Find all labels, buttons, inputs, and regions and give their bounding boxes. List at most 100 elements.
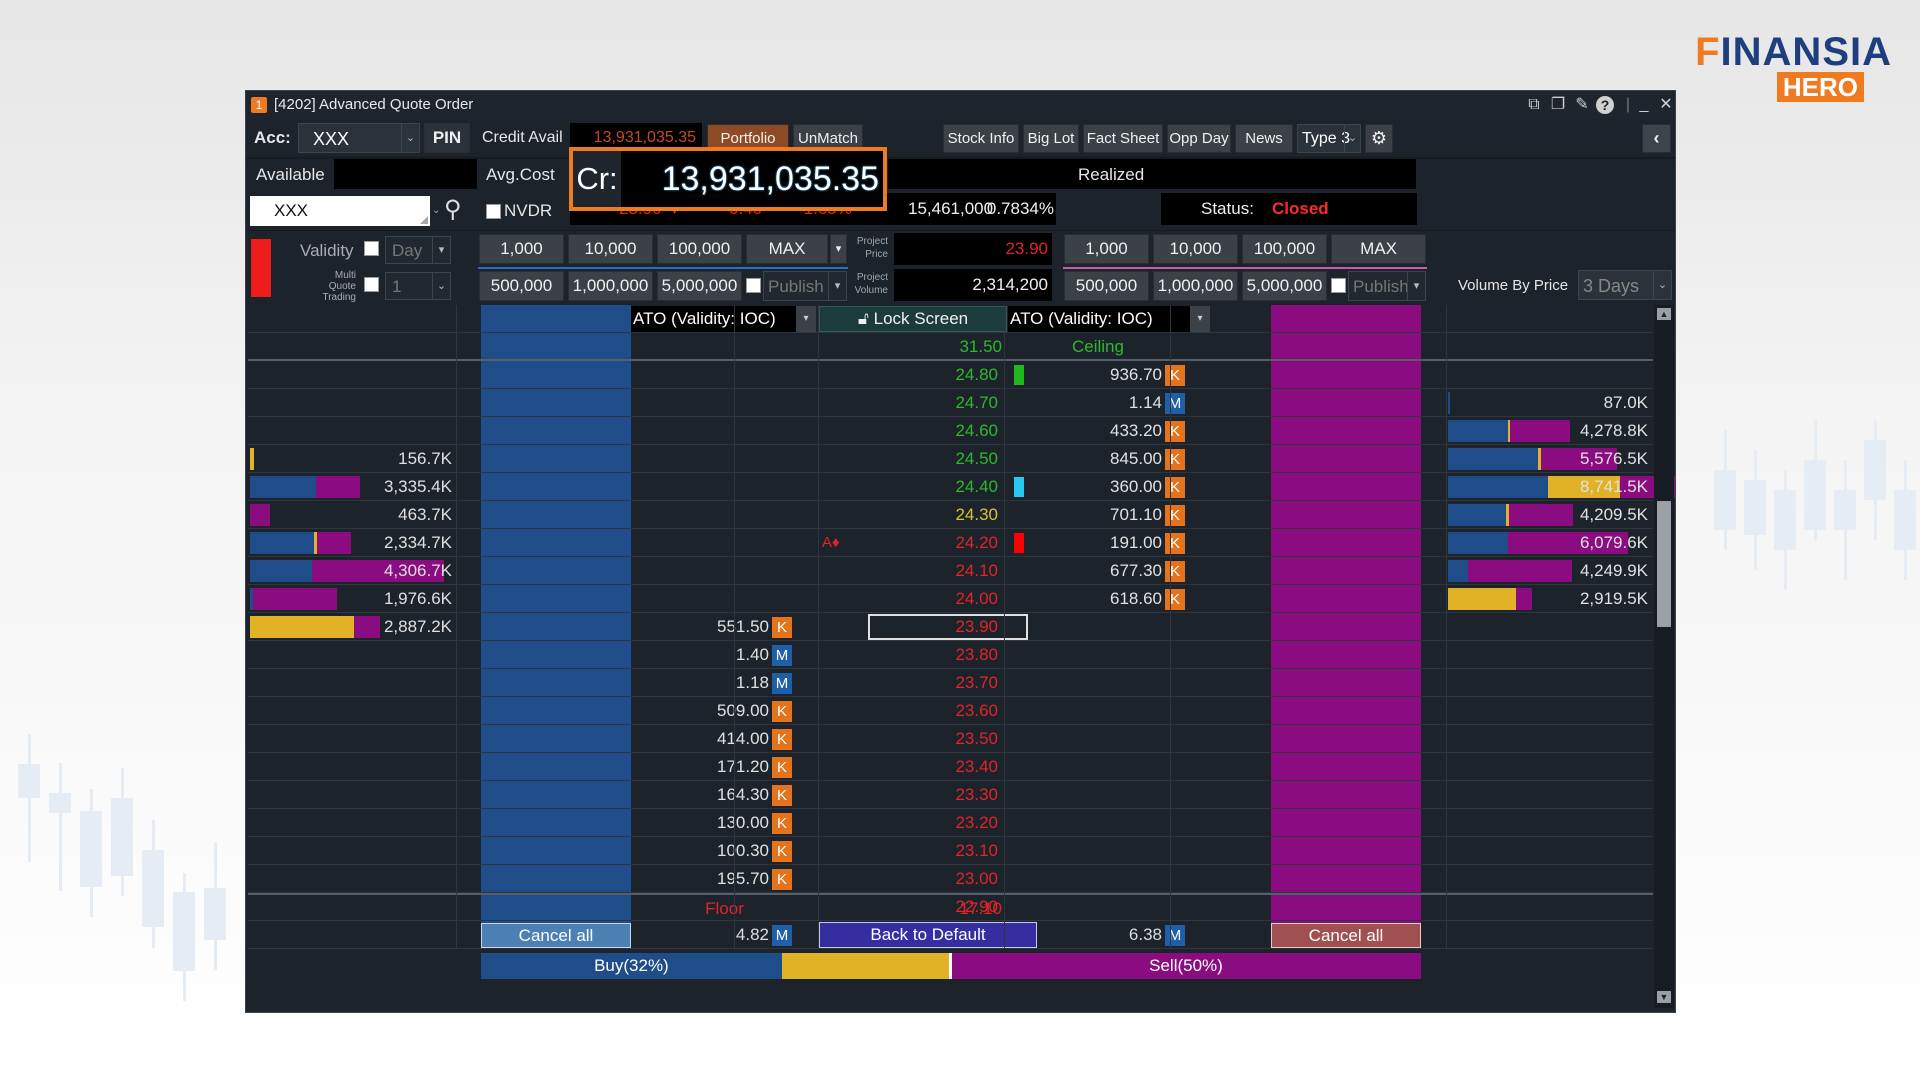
buy-qty-500000[interactable]: 500,000 (479, 271, 564, 301)
sell-qty-1000000[interactable]: 1,000,000 (1153, 271, 1238, 301)
price-level[interactable]: 23.70 (818, 669, 1002, 697)
stock-info-button[interactable]: Stock Info (943, 124, 1019, 153)
symbol-input[interactable]: XXX (250, 196, 430, 226)
validity-checkbox[interactable] (364, 241, 379, 256)
big-lot-button[interactable]: Big Lot (1023, 124, 1079, 153)
restore-icon[interactable]: ❐ (1548, 95, 1568, 115)
ask-volume[interactable]: 360.00 (1038, 473, 1162, 501)
ladder-row[interactable]: 1,976.6K 24.00 618.60 K 2,919.5K (248, 585, 1653, 613)
ladder-row[interactable]: 2,887.2K 551.50 K 23.90 (248, 613, 1653, 641)
account-select[interactable]: XXX ⌄ (298, 123, 420, 153)
ask-volume[interactable]: 845.00 (1038, 445, 1162, 473)
buy-qty-100000[interactable]: 100,000 (657, 234, 742, 264)
price-level[interactable]: 24.40 (818, 473, 1002, 501)
bid-volume[interactable]: 551.50 (631, 613, 769, 641)
sell-qty-max[interactable]: MAX (1331, 234, 1426, 264)
bid-volume[interactable]: 100.30 (631, 837, 769, 865)
ladder-row[interactable]: 171.20 K 23.40 (248, 753, 1653, 781)
ask-volume[interactable]: 677.30 (1038, 557, 1162, 585)
volume-by-price-select[interactable]: 3 Days ⌄ (1578, 270, 1672, 300)
ladder-row[interactable]: 414.00 K 23.50 (248, 725, 1653, 753)
price-level[interactable]: 23.60 (818, 697, 1002, 725)
price-level[interactable]: 24.80 (818, 361, 1002, 389)
fact-sheet-button[interactable]: Fact Sheet (1083, 124, 1163, 153)
multi-quote-checkbox[interactable] (364, 277, 379, 292)
buy-cancel-all-button[interactable]: Cancel all (481, 923, 631, 948)
popout-icon[interactable]: ⧉ (1524, 95, 1544, 115)
buy-publish-select[interactable]: Publish ▾ (763, 271, 847, 301)
price-level[interactable]: 23.40 (818, 753, 1002, 781)
scroll-up-icon[interactable]: ▲ (1657, 308, 1671, 320)
sell-qty-10000[interactable]: 10,000 (1153, 234, 1238, 264)
price-level[interactable]: 23.90 (818, 613, 1002, 641)
scroll-thumb[interactable] (1657, 501, 1671, 627)
news-button[interactable]: News (1235, 124, 1293, 153)
price-level[interactable]: 23.10 (818, 837, 1002, 865)
ask-volume[interactable]: 1.14 (1038, 389, 1162, 417)
sell-cancel-all-button[interactable]: Cancel all (1271, 923, 1421, 948)
buy-max-dropdown[interactable]: ▾ (830, 234, 847, 264)
pin-button[interactable]: PIN (424, 123, 470, 153)
ladder-row[interactable]: 1.40 M 23.80 (248, 641, 1653, 669)
bid-volume[interactable]: 195.70 (631, 865, 769, 893)
sell-publish-checkbox[interactable] (1331, 278, 1346, 293)
ladder-scrollbar[interactable]: ▲ ▼ (1654, 305, 1674, 1008)
close-icon[interactable]: ✕ (1656, 95, 1675, 115)
chevron-down-icon[interactable]: ⌄ (432, 196, 442, 226)
ladder-row[interactable]: 100.30 K 23.10 (248, 837, 1653, 865)
ladder-row[interactable]: 3,335.4K 24.40 360.00 K 8,741.5K (248, 473, 1675, 501)
pin-icon[interactable]: ✎ (1572, 95, 1592, 115)
ladder-row[interactable]: 463.7K 24.30 701.10 K 4,209.5K (248, 501, 1653, 529)
ladder-row[interactable]: 24.80 936.70 K (248, 361, 1653, 389)
price-level[interactable]: 23.80 (818, 641, 1002, 669)
sell-qty-500000[interactable]: 500,000 (1064, 271, 1149, 301)
buy-ato-select[interactable]: ATO (Validity: IOC) (631, 306, 796, 332)
sell-qty-100000[interactable]: 100,000 (1242, 234, 1327, 264)
price-level[interactable]: 23.50 (818, 725, 1002, 753)
gear-icon[interactable]: ⚙ (1365, 124, 1393, 153)
price-level[interactable]: 24.70 (818, 389, 1002, 417)
price-level[interactable]: 24.60 (818, 417, 1002, 445)
ladder-row[interactable]: 1.18 M 23.70 (248, 669, 1653, 697)
scroll-down-icon[interactable]: ▼ (1657, 991, 1671, 1003)
bid-volume[interactable]: 1.18 (631, 669, 769, 697)
multi-quote-select[interactable]: 1 ⌄ (385, 272, 451, 300)
ask-volume[interactable]: 936.70 (1038, 361, 1162, 389)
bid-volume[interactable]: 164.30 (631, 781, 769, 809)
help-icon[interactable]: ? (1596, 96, 1614, 114)
price-level[interactable]: 23.20 (818, 809, 1002, 837)
buy-qty-1000[interactable]: 1,000 (479, 234, 564, 264)
chevron-down-icon[interactable]: ▾ (796, 306, 816, 332)
ask-volume[interactable]: 618.60 (1038, 585, 1162, 613)
nvdr-checkbox[interactable] (486, 204, 501, 219)
validity-select[interactable]: Day ▾ (385, 236, 451, 264)
ladder-row[interactable]: 195.70 K 23.00 (248, 865, 1653, 893)
buy-qty-1000000[interactable]: 1,000,000 (568, 271, 653, 301)
price-level[interactable]: 24.30 (818, 501, 1002, 529)
title-bar[interactable]: 1 [4202] Advanced Quote Order ⧉ ❐ ✎ ? | … (246, 91, 1675, 119)
ask-volume[interactable]: 701.10 (1038, 501, 1162, 529)
sell-publish-select[interactable]: Publish ▾ (1348, 271, 1426, 301)
ladder-row[interactable]: 24.70 1.14 M 87.0K (248, 389, 1653, 417)
sell-qty-5000000[interactable]: 5,000,000 (1242, 271, 1327, 301)
price-level[interactable]: 23.30 (818, 781, 1002, 809)
price-level[interactable]: 24.00 (818, 585, 1002, 613)
ladder-row[interactable]: 164.30 K 23.30 (248, 781, 1653, 809)
bid-volume[interactable]: 414.00 (631, 725, 769, 753)
chevron-left-icon[interactable]: ‹ (1642, 124, 1671, 153)
bid-volume[interactable]: 509.00 (631, 697, 769, 725)
sell-qty-1000[interactable]: 1,000 (1064, 234, 1149, 264)
ask-volume[interactable]: 433.20 (1038, 417, 1162, 445)
ladder-row[interactable]: 130.00 K 23.20 (248, 809, 1653, 837)
lock-screen-button[interactable]: 🔓︎ Lock Screen (819, 306, 1007, 332)
ladder-row[interactable]: 2,334.7K A♦ 24.20 191.00 K 6,079.6K (248, 529, 1653, 557)
ladder-row[interactable]: 4,306.7K 24.10 677.30 K 4,249.9K (248, 557, 1653, 585)
sell-ato-select[interactable]: ATO (Validity: IOC) (1008, 306, 1190, 332)
buy-qty-10000[interactable]: 10,000 (568, 234, 653, 264)
price-level[interactable]: 24.10 (818, 557, 1002, 585)
opp-day-button[interactable]: Opp Day (1167, 124, 1231, 153)
ask-volume[interactable]: 191.00 (1038, 529, 1162, 557)
ladder-row[interactable]: 509.00 K 23.60 (248, 697, 1653, 725)
buy-qty-max[interactable]: MAX (746, 234, 828, 264)
chevron-down-icon[interactable]: ▾ (1190, 306, 1210, 332)
